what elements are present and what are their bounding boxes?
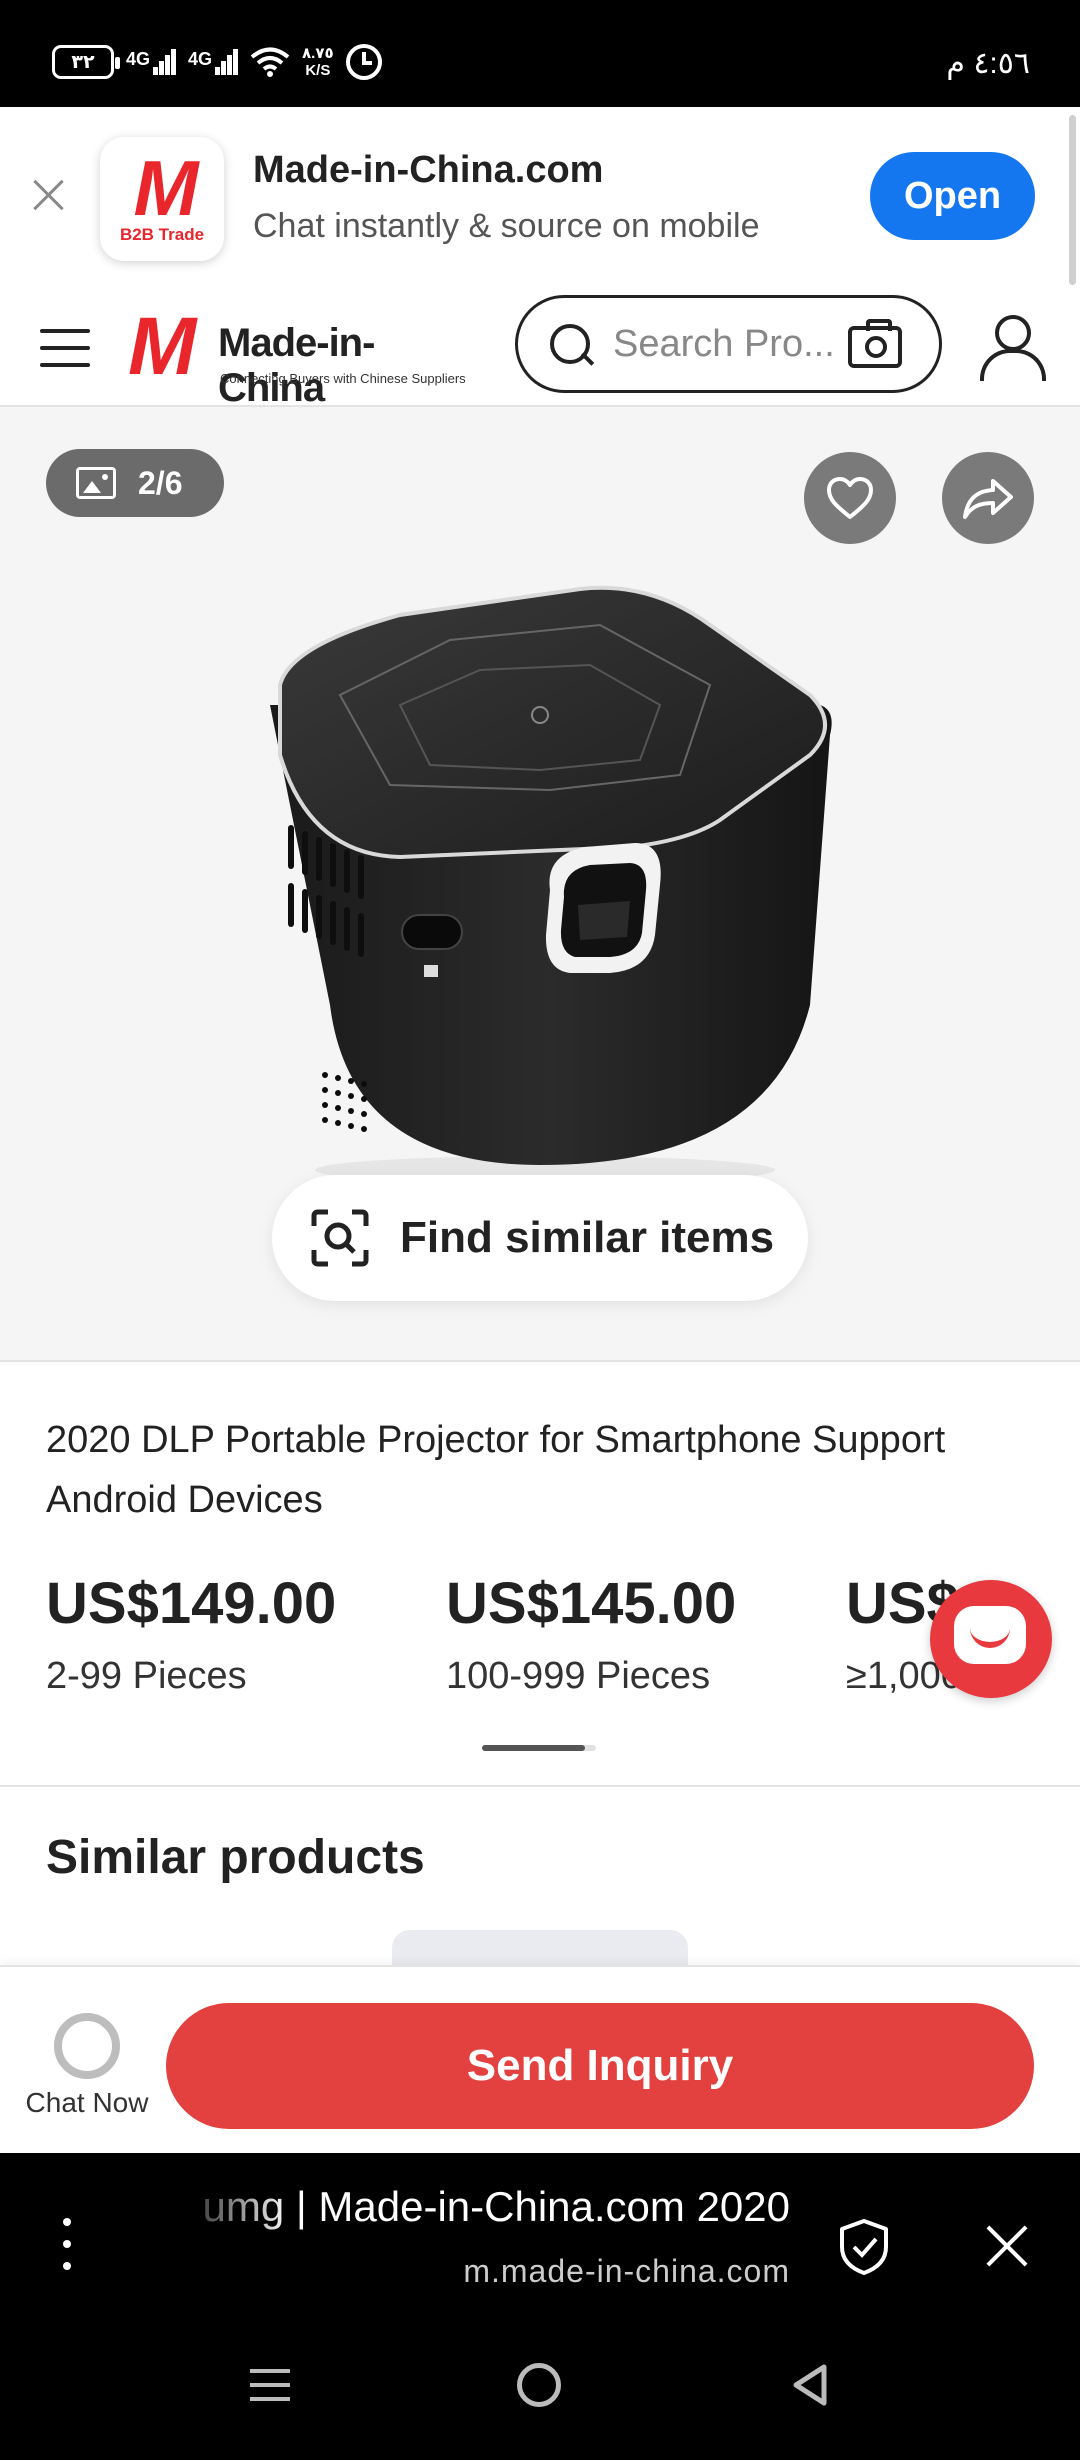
banner-subtitle: Chat instantly & source on mobile — [253, 207, 760, 245]
back-icon[interactable] — [790, 2363, 830, 2407]
chat-bubble-icon — [954, 1606, 1026, 1664]
share-icon — [963, 479, 1013, 519]
favorite-button[interactable] — [804, 452, 896, 544]
status-icons: ٣٢ 4G 4G ٨.٧٥ K/S — [52, 44, 382, 80]
battery-level: ٣٢ — [71, 51, 95, 73]
camera-search-icon[interactable] — [848, 319, 902, 368]
image-counter-text: 2/6 — [138, 464, 183, 501]
wifi-icon — [250, 47, 290, 77]
tier-quantity: 100-999 Pieces — [446, 1655, 711, 1697]
search-input[interactable] — [613, 322, 843, 366]
tier-price: US$145.00 — [446, 1571, 737, 1636]
banner-title: Made-in-China.com — [253, 149, 604, 191]
chat-now-button[interactable]: Chat Now — [12, 2013, 162, 2123]
price-tier-scrollbar-thumb — [482, 1745, 585, 1751]
user-account-icon[interactable] — [978, 315, 1046, 381]
similar-product-thumbnail[interactable] — [392, 1930, 688, 1970]
price-tiers[interactable]: US$149.00 2-99 Pieces US$145.00 100-999 … — [0, 1570, 1080, 1740]
find-similar-button[interactable]: Find similar items — [272, 1175, 808, 1301]
send-inquiry-button[interactable]: Send Inquiry — [166, 2003, 1034, 2129]
signal-icon-2: 4G — [188, 49, 239, 75]
more-options-icon[interactable] — [62, 2218, 72, 2272]
chat-now-label: Chat Now — [25, 2087, 149, 2118]
bottom-action-bar: Chat Now Send Inquiry — [0, 1965, 1080, 2153]
section-divider — [0, 1785, 1080, 1787]
image-counter: 2/6 — [46, 449, 224, 517]
browser-url[interactable]: m.made-in-china.com — [300, 2253, 790, 2290]
price-tier-scrollbar — [482, 1745, 596, 1751]
logo-mark: M — [128, 301, 196, 392]
price-tier: US$145.00 100-999 Pieces — [446, 1570, 736, 1698]
find-similar-label: Find similar items — [400, 1213, 775, 1262]
heart-icon — [827, 477, 873, 519]
logo-tagline: Connecting Buyers with Chinese Suppliers — [220, 371, 466, 386]
tier-price: US$149.00 — [46, 1571, 337, 1636]
price-tier: US$149.00 2-99 Pieces — [46, 1570, 336, 1698]
product-image-projector — [270, 585, 832, 1184]
app-icon-mark: M — [133, 144, 199, 232]
status-time: ٤:٥٦ م — [946, 47, 1030, 80]
network-speed: ٨.٧٥ K/S — [302, 45, 334, 79]
network-type-1: 4G — [126, 49, 151, 69]
app-install-banner: M B2B Trade Made-in-China.com Chat insta… — [0, 107, 1080, 287]
system-navigation-bar — [0, 2323, 1080, 2460]
product-title: 2020 DLP Portable Projector for Smartpho… — [46, 1419, 946, 1521]
browser-toolbar: umg | Made-in-China.com 2020 m.made-in-c… — [0, 2153, 1080, 2323]
speed-value: ٨.٧٥ — [302, 45, 334, 62]
battery-icon: ٣٢ — [52, 45, 120, 79]
shield-check-icon[interactable] — [836, 2217, 892, 2277]
similar-products-title: Similar products — [46, 1831, 425, 1884]
site-header: M Made-in-China Connecting Buyers with C… — [0, 287, 1080, 411]
speed-unit: K/S — [305, 62, 331, 79]
visual-search-icon — [311, 1209, 369, 1267]
logo-text: Made-in-China — [218, 321, 375, 410]
floating-chat-button[interactable] — [930, 1580, 1052, 1698]
search-box[interactable] — [515, 295, 942, 393]
app-icon-caption: B2B Trade — [119, 225, 205, 244]
app-icon: M B2B Trade — [100, 137, 224, 261]
menu-icon[interactable] — [40, 329, 90, 367]
recent-apps-icon[interactable] — [250, 2365, 290, 2405]
page-scroll-indicator — [1069, 115, 1076, 285]
site-logo[interactable]: M Made-in-China Connecting Buyers with C… — [128, 301, 468, 411]
image-icon — [76, 467, 116, 499]
tier-quantity: 2-99 Pieces — [46, 1655, 247, 1697]
home-icon[interactable] — [517, 2363, 561, 2407]
signal-icon-1: 4G — [126, 49, 177, 75]
product-gallery[interactable]: 2/6 Find similar items — [0, 407, 1080, 1362]
close-banner-icon[interactable] — [28, 175, 68, 215]
status-bar: ٣٢ 4G 4G ٨.٧٥ K/S ٤:٥٦ م — [0, 0, 1080, 107]
alarm-icon — [345, 44, 382, 80]
share-button[interactable] — [942, 452, 1034, 544]
network-type-2: 4G — [188, 49, 213, 69]
close-tab-icon[interactable] — [984, 2223, 1030, 2269]
open-app-button[interactable]: Open — [870, 152, 1035, 240]
chat-icon — [54, 2013, 120, 2079]
search-icon — [550, 324, 594, 368]
